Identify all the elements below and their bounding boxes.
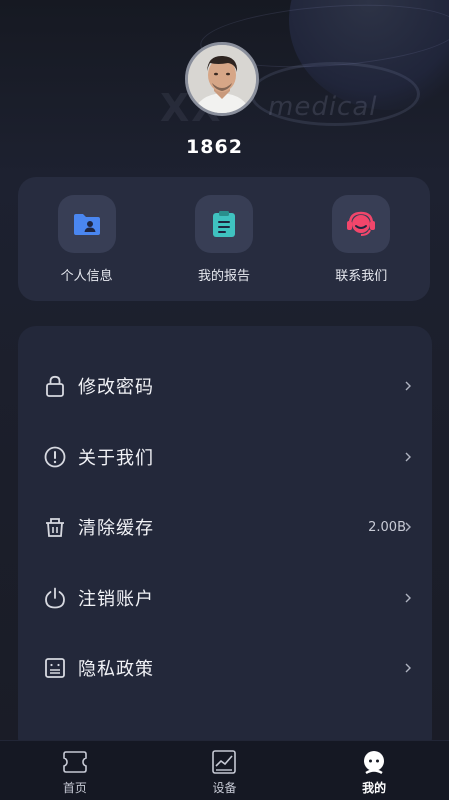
menu-item-label: 隐私政策	[78, 659, 154, 680]
menu-item-privacy-policy[interactable]: 隐私政策	[18, 638, 432, 698]
quick-action-personal-info[interactable]: 个人信息	[22, 195, 152, 284]
policy-doc-icon	[45, 658, 65, 678]
tab-device[interactable]: 设备	[164, 741, 284, 800]
cache-size-value: 2.00B	[368, 519, 406, 535]
menu-item-label: 关于我们	[78, 448, 154, 469]
tab-label: 设备	[212, 781, 237, 795]
quick-action-my-report[interactable]: 我的报告	[159, 195, 289, 284]
chevron-right-icon	[405, 663, 411, 673]
username: 1862	[186, 136, 243, 158]
chevron-right-icon	[405, 381, 411, 391]
menu-item-label: 修改密码	[78, 377, 154, 398]
menu-item-change-password[interactable]: 修改密码	[18, 356, 432, 416]
chart-device-icon	[212, 750, 237, 774]
avatar[interactable]	[185, 42, 259, 116]
folder-user-icon	[73, 214, 100, 235]
user-photo-icon	[188, 45, 256, 113]
headset-icon	[347, 211, 376, 236]
chevron-right-icon	[405, 593, 411, 603]
menu-item-delete-account[interactable]: 注销账户	[18, 568, 432, 628]
quick-icon-box	[57, 195, 116, 253]
profile-icon	[364, 751, 385, 775]
tab-home[interactable]: 首页	[15, 741, 135, 800]
menu-item-about-us[interactable]: 关于我们	[18, 427, 432, 487]
profile-screen: XX medical 1862 个人信息 我的报告 联系我们 修改密码 关于我们…	[0, 0, 449, 800]
lock-icon	[46, 375, 64, 397]
quick-action-label: 我的报告	[197, 269, 250, 284]
tab-label: 我的	[362, 781, 387, 795]
power-icon	[45, 587, 65, 609]
tab-label: 首页	[62, 781, 87, 795]
settings-menu: 修改密码 关于我们 清除缓存 2.00B 注销账户 隐私政策	[18, 326, 432, 756]
quick-action-label: 联系我们	[335, 269, 388, 284]
background-logo-text: medical	[268, 92, 378, 122]
clipboard-icon	[212, 211, 235, 237]
quick-icon-box	[332, 195, 391, 253]
quick-action-label: 个人信息	[60, 269, 113, 284]
chevron-right-icon	[405, 522, 411, 532]
trash-icon	[46, 518, 64, 537]
quick-actions-card: 个人信息 我的报告 联系我们	[18, 177, 430, 301]
quick-action-contact-us[interactable]: 联系我们	[296, 195, 426, 284]
quick-icon-box	[194, 195, 253, 253]
menu-item-clear-cache[interactable]: 清除缓存 2.00B	[18, 497, 432, 557]
info-circle-icon	[44, 446, 66, 468]
bottom-tab-bar: 首页 设备 我的	[0, 740, 449, 800]
home-icon	[63, 751, 87, 773]
menu-item-label: 清除缓存	[78, 518, 154, 539]
menu-item-label: 注销账户	[78, 589, 154, 610]
tab-mine[interactable]: 我的	[314, 741, 434, 800]
chevron-right-icon	[405, 452, 411, 462]
